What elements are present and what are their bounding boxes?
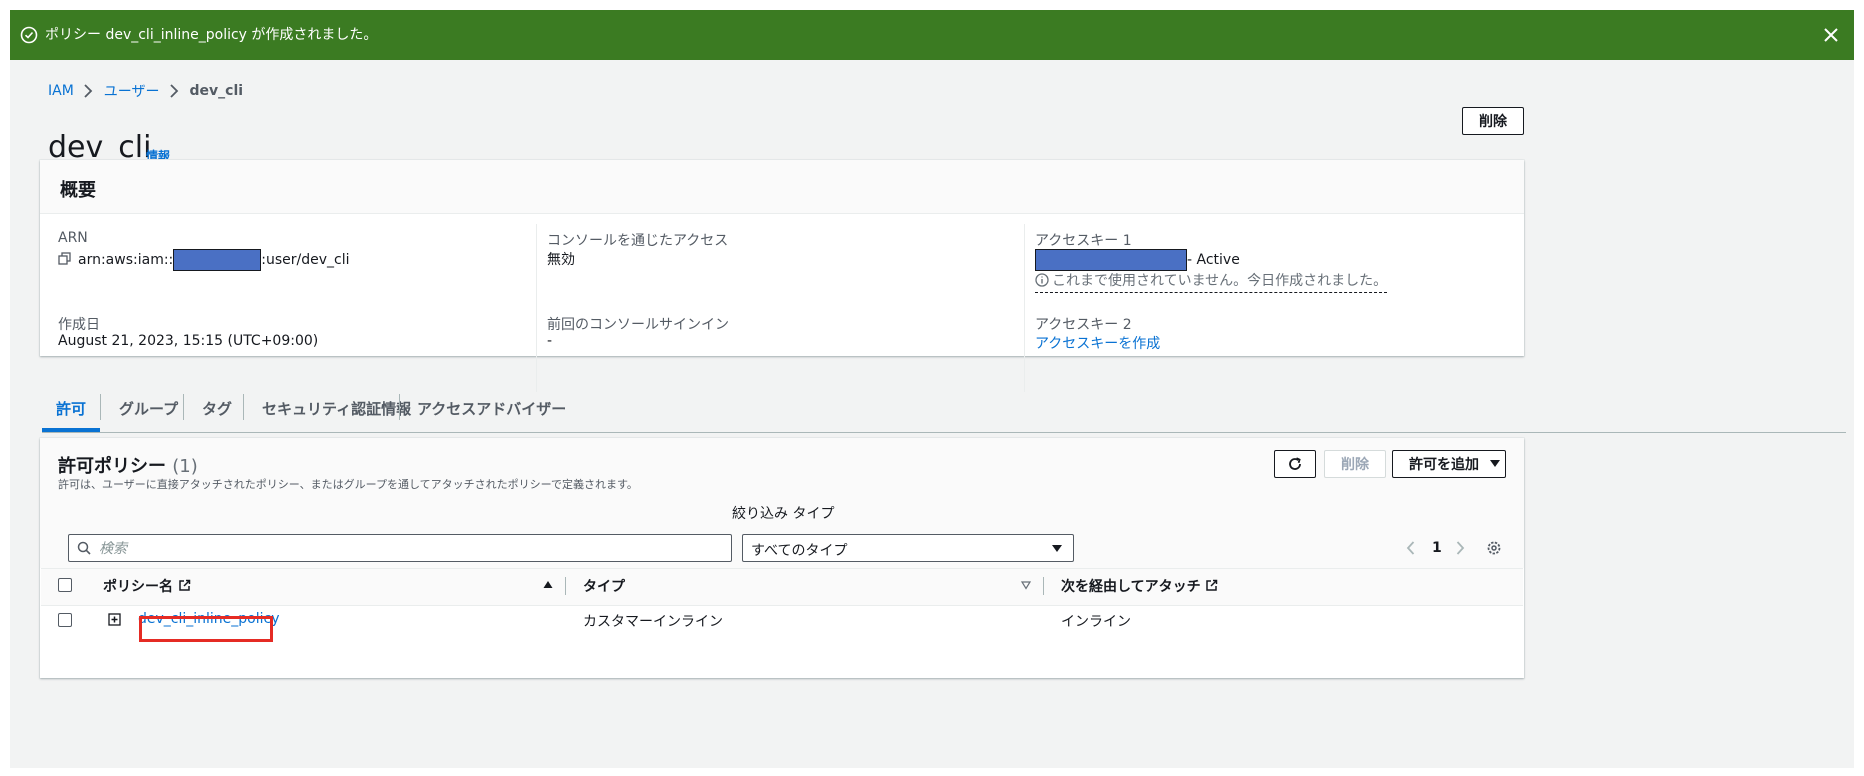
caret-down-icon <box>1490 460 1500 467</box>
refresh-button[interactable] <box>1274 450 1316 478</box>
summary-col-3: アクセスキー 1 - Active これまで使用されていません。今日作成されまし… <box>1024 224 1525 392</box>
sort-icon[interactable] <box>1021 581 1031 590</box>
add-permissions-button[interactable]: 許可を追加 <box>1392 450 1506 478</box>
summary-title: 概要 <box>60 180 96 201</box>
last-signin-value: - <box>547 333 553 349</box>
console-access-value: 無効 <box>547 252 575 268</box>
breadcrumb-users[interactable]: ユーザー <box>104 81 160 101</box>
flash-message: ポリシー dev_cli_inline_policy が作成されました。 <box>45 27 378 43</box>
page-number[interactable]: 1 <box>1432 540 1442 556</box>
filter-type-label: 絞り込み タイプ <box>732 506 835 522</box>
col-type[interactable]: タイプ <box>583 576 625 596</box>
table-header <box>41 568 1523 606</box>
arn-label: ARN <box>58 230 88 246</box>
highlight-box <box>139 616 273 642</box>
search-input[interactable] <box>97 537 721 561</box>
access-key-1-label: アクセスキー 1 <box>1035 233 1132 249</box>
chevron-right-icon <box>169 84 178 98</box>
chevron-right-icon <box>84 84 93 98</box>
settings-icon[interactable] <box>1486 540 1502 556</box>
access-key-2-label: アクセスキー 2 <box>1035 317 1132 333</box>
check-circle-icon <box>20 26 38 44</box>
iam-user-page: ポリシー dev_cli_inline_policy が作成されました。 IAM… <box>10 10 1854 768</box>
type-filter-select[interactable]: すべてのタイプ <box>742 534 1074 562</box>
created-value: August 21, 2023, 15:15 (UTC+09:00) <box>58 333 319 349</box>
summary-col-2: コンソールを通じたアクセス 無効 前回のコンソールサインイン - <box>536 224 1025 392</box>
sort-ascending-icon[interactable] <box>543 580 553 589</box>
expand-icon[interactable] <box>108 613 121 626</box>
caret-down-icon <box>1052 545 1062 552</box>
access-key-1-hint[interactable]: これまで使用されていません。今日作成されました。 <box>1035 270 1388 293</box>
search-icon <box>77 541 91 555</box>
policies-description: 許可は、ユーザーに直接アタッチされたポリシー、またはグループを通してアタッチされ… <box>58 478 638 491</box>
arn-value: arn:aws:iam:::user/dev_cli <box>58 249 350 271</box>
success-flashbar: ポリシー dev_cli_inline_policy が作成されました。 <box>10 10 1854 60</box>
created-label: 作成日 <box>58 317 100 333</box>
redacted-account-id <box>173 249 262 271</box>
tab-security-credentials[interactable]: セキュリティ認証情報 <box>262 388 411 428</box>
last-signin-label: 前回のコンソールサインイン <box>547 317 729 333</box>
policies-count: (1) <box>172 456 198 477</box>
summary-panel: 概要 ARN arn:aws:iam:::user/dev_cli 作成日 Au… <box>40 160 1524 392</box>
col-policy-name[interactable]: ポリシー名 <box>103 576 191 596</box>
info-icon <box>1035 273 1049 287</box>
access-key-1-value: - Active <box>1035 249 1240 271</box>
tab-permissions[interactable]: 許可 <box>42 388 100 432</box>
close-icon[interactable] <box>1820 24 1842 46</box>
external-link-icon <box>179 579 191 591</box>
user-tabs: 許可 グループ タグ セキュリティ認証情報 アクセスアドバイザー <box>42 388 1846 433</box>
policy-search <box>68 534 732 562</box>
policy-attached-cell: インライン <box>1061 614 1131 630</box>
console-access-label: コンソールを通じたアクセス <box>547 233 729 249</box>
tab-tags[interactable]: タグ <box>202 388 232 428</box>
chevron-left-icon[interactable] <box>1404 540 1418 556</box>
policies-title: 許可ポリシー (1) <box>58 456 198 477</box>
refresh-icon <box>1289 457 1301 470</box>
delete-policy-button[interactable]: 削除 <box>1324 450 1386 478</box>
chevron-right-icon[interactable] <box>1453 540 1467 556</box>
breadcrumb-current: dev_cli <box>189 83 244 99</box>
breadcrumb: IAM ユーザー dev_cli <box>48 80 243 102</box>
copy-icon[interactable] <box>58 252 72 266</box>
policy-type-cell: カスタマーインライン <box>583 614 723 630</box>
summary-col-1: ARN arn:aws:iam:::user/dev_cli 作成日 Augus… <box>40 224 536 392</box>
redacted-access-key <box>1035 249 1187 271</box>
create-access-key-link[interactable]: アクセスキーを作成 <box>1035 333 1160 353</box>
tab-groups[interactable]: グループ <box>119 388 178 428</box>
external-link-icon <box>1206 579 1218 591</box>
select-all-checkbox[interactable] <box>58 578 72 592</box>
delete-user-button[interactable]: 削除 <box>1462 107 1524 135</box>
col-attached-via[interactable]: 次を経由してアタッチ <box>1061 576 1218 596</box>
tab-access-advisor[interactable]: アクセスアドバイザー <box>417 388 566 428</box>
row-checkbox[interactable] <box>58 613 72 627</box>
breadcrumb-iam[interactable]: IAM <box>48 83 74 99</box>
